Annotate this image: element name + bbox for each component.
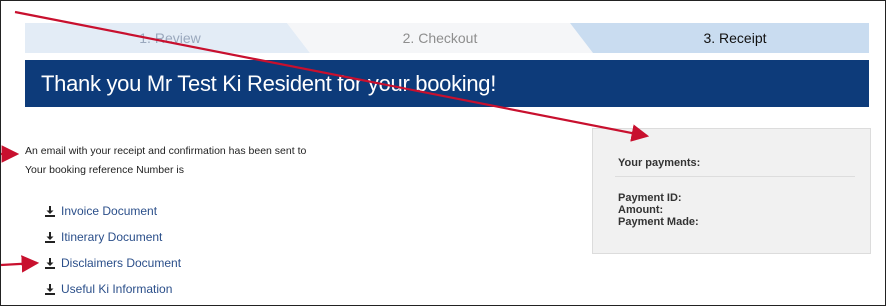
download-icon — [45, 231, 55, 243]
arrow-to-disclaimers — [1, 255, 40, 273]
thank-you-banner: Thank you Mr Test Ki Resident for your b… — [25, 60, 869, 107]
step-checkout: 2. Checkout — [402, 30, 478, 46]
invoice-document-label: Invoice Document — [61, 204, 158, 218]
amount-label: Amount: — [618, 204, 664, 216]
invoice-document-link[interactable]: Invoice Document — [45, 204, 157, 218]
payments-heading: Your payments: — [618, 157, 701, 169]
banner-title: Thank you Mr Test Ki Resident for your b… — [41, 71, 497, 96]
disclaimers-document-label: Disclaimers Document — [61, 256, 182, 270]
download-icon — [45, 257, 55, 269]
booking-reference-text: Your booking reference Number is — [25, 164, 184, 176]
download-icon — [45, 205, 55, 217]
disclaimers-document-link[interactable]: Disclaimers Document — [45, 256, 181, 270]
payment-made-label: Payment Made: — [618, 216, 699, 228]
email-confirmation-text: An email with your receipt and confirmat… — [25, 145, 307, 157]
booking-receipt-page: 1. Review 2. Checkout 3. Receipt Thank y… — [0, 0, 886, 306]
itinerary-document-link[interactable]: Itinerary Document — [45, 230, 162, 244]
useful-ki-information-label: Useful Ki Information — [61, 282, 173, 296]
checkout-steps: 1. Review 2. Checkout 3. Receipt — [25, 23, 869, 53]
payment-id-label: Payment ID: — [618, 192, 682, 204]
itinerary-document-label: Itinerary Document — [61, 230, 163, 244]
payments-divider — [615, 176, 855, 177]
step-receipt: 3. Receipt — [703, 30, 767, 46]
payments-panel: Your payments: Payment ID: Amount: Payme… — [592, 128, 871, 254]
step-review: 1. Review — [139, 30, 201, 46]
download-icon — [45, 283, 55, 295]
useful-ki-information-link[interactable]: Useful Ki Information — [45, 282, 172, 296]
